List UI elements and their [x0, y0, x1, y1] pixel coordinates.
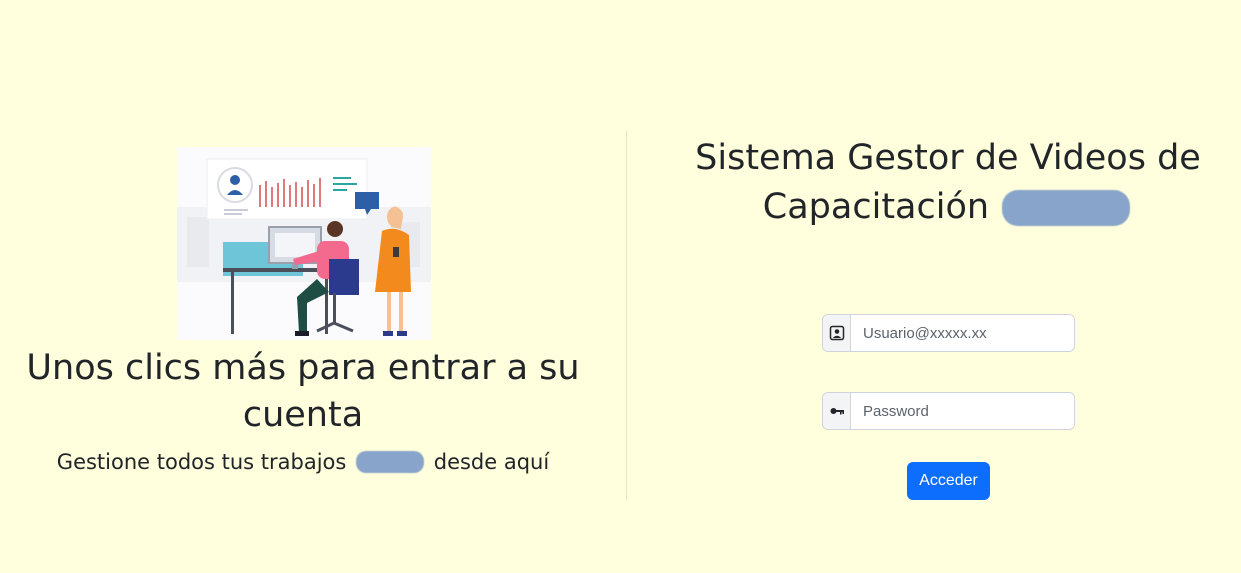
key-icon — [823, 393, 851, 429]
person-badge-icon — [823, 315, 851, 351]
password-group — [822, 392, 1075, 430]
username-group — [822, 314, 1075, 352]
login-button[interactable]: Acceder — [907, 462, 990, 500]
office-illustration — [177, 147, 431, 340]
tagline: Gestione todos tus trabajos desde aquí — [20, 448, 586, 476]
password-input[interactable] — [851, 393, 1074, 429]
login-page: Unos clics más para entrar a su cuenta G… — [0, 0, 1241, 573]
page-title: Sistema Gestor de Videos de Capacitación — [660, 134, 1236, 232]
headline: Unos clics más para entrar a su cuenta — [26, 348, 580, 435]
tagline-start: Gestione todos tus trabajos — [56, 450, 347, 474]
redacted-text — [1002, 190, 1131, 226]
hero-panel: Unos clics más para entrar a su cuenta G… — [0, 0, 626, 573]
username-input[interactable] — [851, 315, 1074, 351]
tagline-end: desde aquí — [433, 450, 550, 474]
redacted-text — [356, 451, 425, 473]
vertical-divider — [626, 130, 627, 500]
